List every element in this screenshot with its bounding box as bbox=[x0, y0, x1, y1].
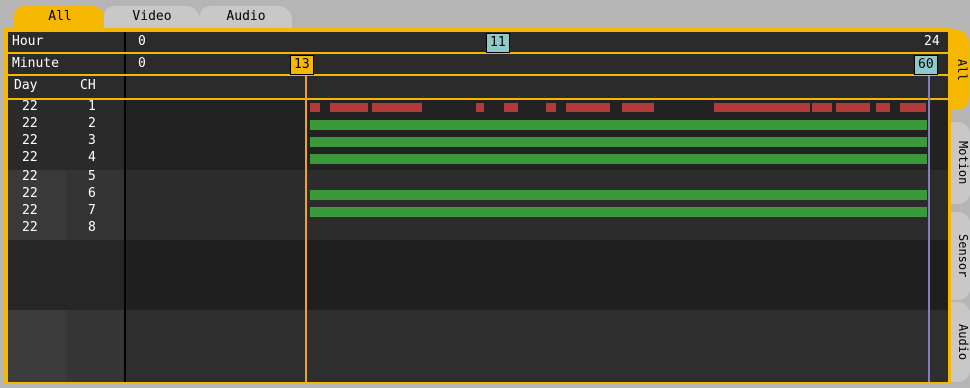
record-bar-ch7[interactable] bbox=[310, 207, 927, 217]
ch-5: 5 bbox=[88, 169, 96, 184]
timeline-grid[interactable]: 22 1 22 2 22 3 22 4 22 5 22 6 22 7 22 8 bbox=[8, 100, 948, 382]
timeline-panel: Hour 0 11 24 Minute 0 13 60 Day CH 22 1 … bbox=[8, 32, 948, 382]
event-segment[interactable] bbox=[566, 103, 610, 112]
column-header-row: Day CH bbox=[8, 76, 948, 100]
ch-3: 3 bbox=[88, 133, 96, 148]
hour-separator bbox=[124, 32, 126, 52]
ch-4: 4 bbox=[88, 150, 96, 165]
event-segment[interactable] bbox=[876, 103, 890, 112]
hour-label: Hour bbox=[12, 34, 44, 49]
event-segment[interactable] bbox=[504, 103, 518, 112]
event-segment[interactable] bbox=[622, 103, 654, 112]
day-6: 22 bbox=[22, 186, 38, 201]
tab-audio[interactable]: Audio bbox=[200, 6, 292, 28]
ch-1: 1 bbox=[88, 99, 96, 114]
hour-start: 0 bbox=[138, 34, 146, 49]
minute-separator bbox=[124, 54, 126, 74]
event-segment[interactable] bbox=[812, 103, 832, 112]
day-4: 22 bbox=[22, 150, 38, 165]
day-8: 22 bbox=[22, 220, 38, 235]
event-segment[interactable] bbox=[546, 103, 556, 112]
minute-marker[interactable]: 13 bbox=[290, 55, 314, 75]
ch-6: 6 bbox=[88, 186, 96, 201]
side-tab-sensor[interactable]: Sensor bbox=[950, 212, 970, 300]
record-bar-ch2[interactable] bbox=[310, 120, 927, 130]
record-bar-ch4[interactable] bbox=[310, 154, 927, 164]
ch-8: 8 bbox=[88, 220, 96, 235]
event-segment[interactable] bbox=[836, 103, 870, 112]
end-time-line bbox=[928, 76, 930, 382]
record-bar-ch3[interactable] bbox=[310, 137, 927, 147]
event-segment[interactable] bbox=[310, 103, 320, 112]
hour-marker[interactable]: 11 bbox=[486, 33, 510, 53]
hour-end: 24 bbox=[924, 34, 940, 49]
event-segment[interactable] bbox=[900, 103, 926, 112]
tab-all[interactable]: All bbox=[14, 6, 106, 28]
day-column-header: Day bbox=[14, 78, 38, 93]
channel-band-4 bbox=[8, 310, 948, 382]
minute-start: 0 bbox=[138, 56, 146, 71]
event-segment[interactable] bbox=[372, 103, 422, 112]
hour-row[interactable]: Hour 0 11 24 bbox=[8, 32, 948, 54]
side-tab-audio[interactable]: Audio bbox=[950, 302, 970, 382]
ch-2: 2 bbox=[88, 116, 96, 131]
tab-video[interactable]: Video bbox=[104, 6, 200, 28]
day-2: 22 bbox=[22, 116, 38, 131]
grid-separator bbox=[124, 100, 126, 382]
channel-band-3 bbox=[8, 240, 948, 310]
day-5: 22 bbox=[22, 169, 38, 184]
event-segment[interactable] bbox=[714, 103, 810, 112]
channel-band-2 bbox=[8, 170, 948, 240]
event-segment[interactable] bbox=[476, 103, 484, 112]
ch-7: 7 bbox=[88, 203, 96, 218]
minute-end-marker: 60 bbox=[914, 55, 938, 75]
event-segment[interactable] bbox=[330, 103, 368, 112]
playback-cursor-line[interactable] bbox=[305, 76, 307, 382]
minute-label: Minute bbox=[12, 56, 59, 71]
side-tab-motion[interactable]: Motion bbox=[950, 122, 970, 204]
header-separator bbox=[124, 76, 126, 98]
side-tab-all[interactable]: All bbox=[949, 30, 969, 110]
day-7: 22 bbox=[22, 203, 38, 218]
day-1: 22 bbox=[22, 99, 38, 114]
record-bar-ch6[interactable] bbox=[310, 190, 927, 200]
minute-row[interactable]: Minute 0 13 60 bbox=[8, 54, 948, 76]
ch-column-header: CH bbox=[80, 78, 96, 93]
day-3: 22 bbox=[22, 133, 38, 148]
